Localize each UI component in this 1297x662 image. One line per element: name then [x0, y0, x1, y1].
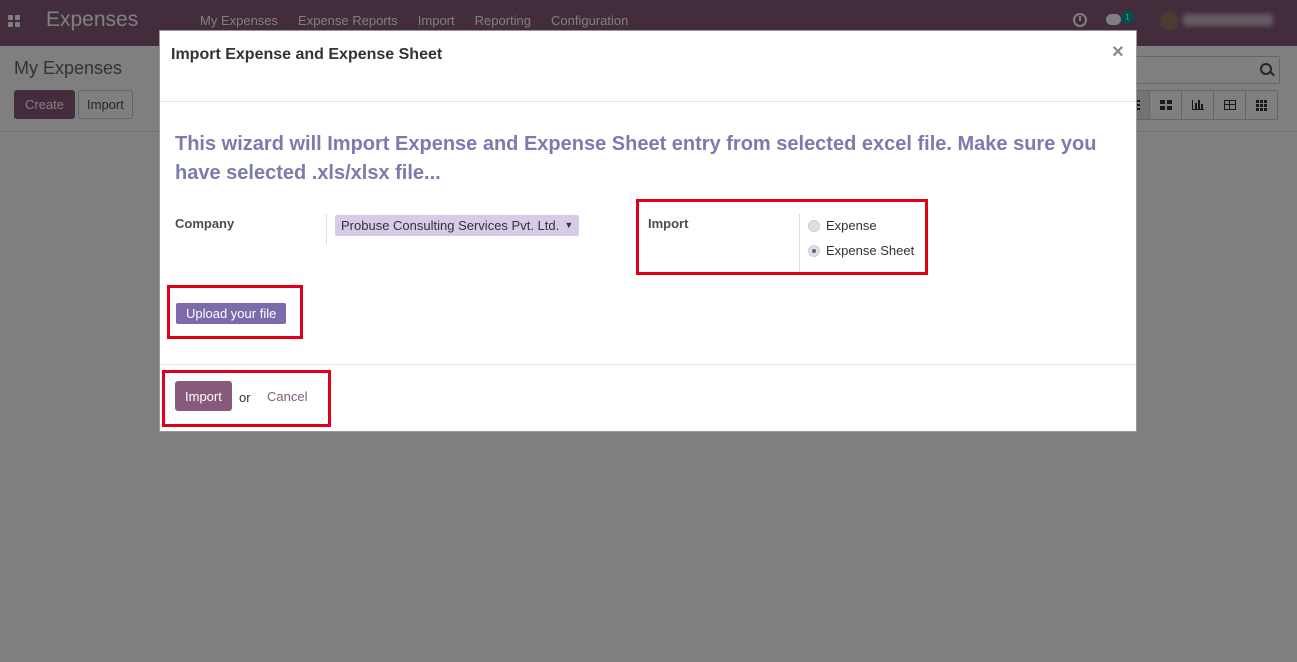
- highlight-upload-button: [167, 285, 303, 339]
- field-divider: [326, 214, 327, 244]
- company-label: Company: [175, 216, 235, 231]
- highlight-footer-actions: [162, 370, 331, 427]
- close-icon[interactable]: ×: [1112, 41, 1124, 64]
- caret-down-icon: ▼: [564, 220, 574, 230]
- company-select[interactable]: Probuse Consulting Services Pvt. Ltd. ▼: [335, 215, 580, 236]
- wizard-info-text: This wizard will Import Expense and Expe…: [175, 133, 1097, 184]
- modal-header: Import Expense and Expense Sheet ×: [160, 31, 1136, 102]
- modal-title: Import Expense and Expense Sheet: [171, 46, 443, 63]
- highlight-import-options: [636, 199, 928, 275]
- company-value: Probuse Consulting Services Pvt. Ltd.: [341, 218, 560, 233]
